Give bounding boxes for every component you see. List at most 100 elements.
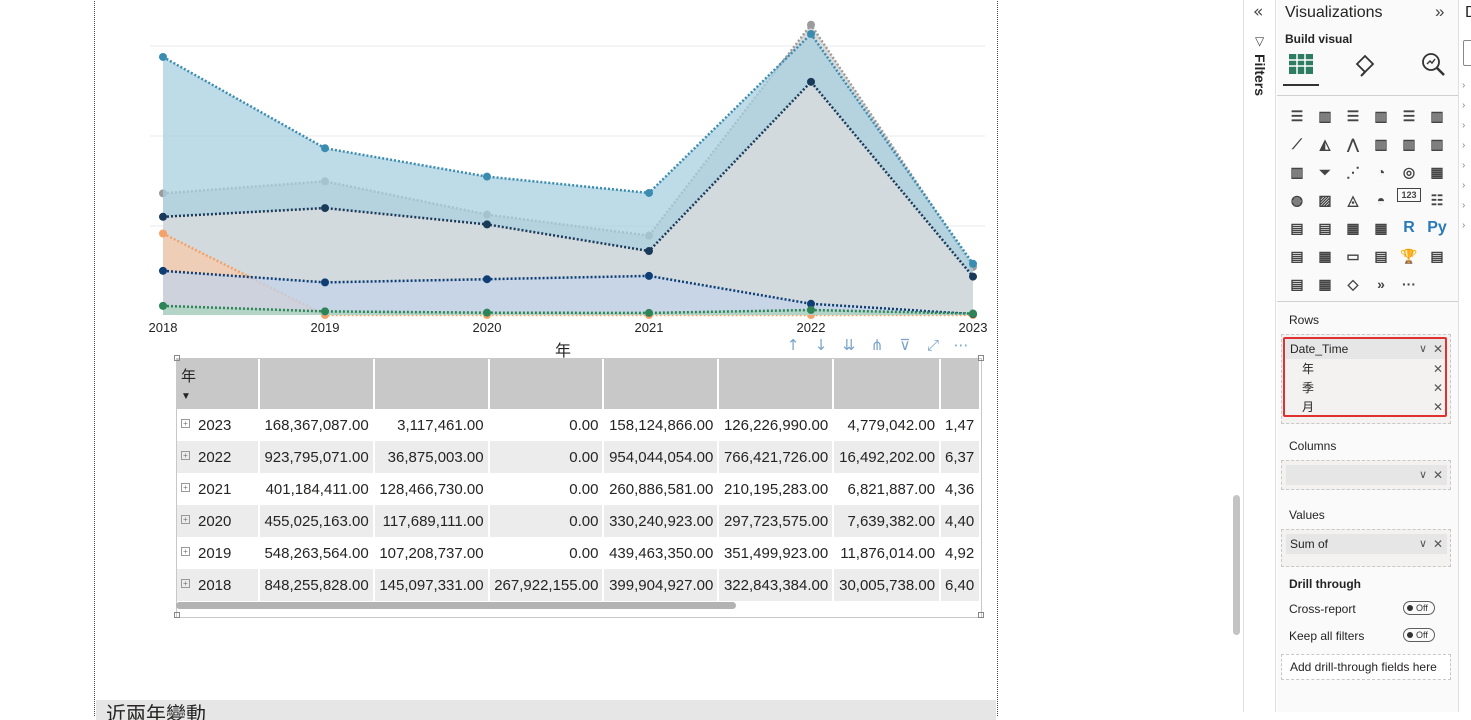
row-header[interactable]: +2023 — [177, 409, 260, 441]
remove-icon[interactable]: ✕ — [1433, 534, 1443, 554]
drill-down-icon[interactable]: ↓ — [811, 335, 831, 355]
visual-type-icon[interactable]: ▦ — [1369, 216, 1393, 240]
visual-type-icon[interactable]: ▭ — [1341, 244, 1365, 268]
chevron-icon[interactable]: › — [1462, 140, 1465, 151]
visual-type-icon[interactable]: ⋰ — [1341, 160, 1365, 184]
data-point[interactable] — [807, 29, 815, 38]
visual-type-icon[interactable]: ☰ — [1285, 104, 1309, 128]
resize-handle[interactable] — [978, 355, 984, 361]
horizontal-scrollbar[interactable] — [176, 602, 736, 609]
column-header[interactable] — [488, 359, 605, 409]
data-point[interactable] — [969, 272, 977, 281]
chevron-down-icon[interactable]: ∨ — [1419, 534, 1427, 554]
visual-type-icon[interactable]: ☰ — [1341, 104, 1365, 128]
data-point[interactable] — [483, 172, 491, 181]
data-point[interactable] — [645, 188, 653, 197]
visual-type-icon[interactable]: ▦ — [1425, 160, 1449, 184]
visual-type-icon[interactable]: 🏆 — [1397, 244, 1421, 268]
values-well[interactable]: Sum of ∨ ✕ — [1281, 529, 1451, 567]
tab-format-visual[interactable] — [1347, 50, 1383, 86]
visual-type-icon[interactable]: ◔ — [1369, 160, 1393, 184]
collapse-left-icon[interactable]: « — [1253, 2, 1263, 22]
data-point[interactable] — [159, 52, 167, 61]
row-header[interactable]: +2019 — [177, 537, 260, 569]
visual-type-icon[interactable]: ▨ — [1313, 188, 1337, 212]
row-header[interactable]: +2018 — [177, 569, 260, 601]
data-point[interactable] — [159, 301, 167, 310]
row-header[interactable]: +2020 — [177, 505, 260, 537]
columns-empty-pill[interactable]: ∨ ✕ — [1286, 465, 1447, 485]
visual-type-icon[interactable]: 123 — [1397, 188, 1421, 202]
data-point[interactable] — [645, 308, 653, 317]
table-row[interactable]: +2018 848,255,828.00 145,097,331.00 267,922… — [177, 569, 981, 601]
cross-report-toggle[interactable]: Off — [1403, 601, 1435, 615]
visual-type-icon[interactable]: ▥ — [1313, 104, 1337, 128]
column-header[interactable] — [258, 359, 375, 409]
visual-type-icon[interactable]: ☰ — [1397, 104, 1421, 128]
visual-type-icon[interactable]: ◍ — [1285, 188, 1309, 212]
area-chart[interactable]: 2018 2019 2020 2021 2022 2023 — [0, 0, 1000, 345]
row-header[interactable]: +2022 — [177, 441, 260, 473]
visual-type-icon[interactable]: ▤ — [1285, 244, 1309, 268]
row-header-cell[interactable]: 年 ▼ — [177, 359, 260, 409]
table-row[interactable]: +2021 401,184,411.00 128,466,730.00 0.00 260… — [177, 473, 981, 505]
data-point[interactable] — [969, 259, 977, 268]
data-point[interactable] — [321, 278, 329, 287]
data-point[interactable] — [807, 77, 815, 86]
data-point[interactable] — [969, 309, 977, 318]
matrix-visual[interactable]: 年 ▼ +2023 168,367,087.00 3,117,461.00 0.00 1… — [176, 358, 982, 618]
chevron-icon[interactable]: › — [1462, 100, 1465, 111]
chevron-icon[interactable]: › — [1462, 80, 1465, 91]
column-header[interactable] — [718, 359, 835, 409]
search-box[interactable] — [1463, 40, 1471, 66]
visual-type-icon[interactable]: » — [1369, 272, 1393, 296]
table-row[interactable]: +2019 548,263,564.00 107,208,737.00 0.00 439… — [177, 537, 981, 569]
more-options-icon[interactable]: ⋯ — [951, 335, 971, 355]
data-point[interactable] — [159, 266, 167, 275]
visual-type-icon[interactable]: ▦ — [1341, 216, 1365, 240]
column-header[interactable] — [833, 359, 942, 409]
data-point[interactable] — [159, 229, 167, 238]
visual-type-icon[interactable]: ▤ — [1285, 216, 1309, 240]
data-point[interactable] — [807, 305, 815, 314]
column-header[interactable] — [373, 359, 490, 409]
visual-type-icon[interactable]: ▤ — [1285, 272, 1309, 296]
visual-type-icon[interactable]: ◬ — [1341, 188, 1365, 212]
data-point[interactable] — [321, 204, 329, 213]
chevron-icon[interactable]: › — [1462, 220, 1465, 231]
drill-through-drop-zone[interactable]: Add drill-through fields here — [1281, 654, 1451, 680]
visual-type-icon[interactable]: ▥ — [1397, 132, 1421, 156]
tab-build-visual[interactable] — [1283, 50, 1319, 86]
column-header[interactable] — [940, 359, 981, 409]
expand-hierarchy-icon[interactable]: ⋔ — [867, 335, 887, 355]
data-point[interactable] — [483, 308, 491, 317]
visual-type-icon[interactable]: ⋀ — [1341, 132, 1365, 156]
table-row[interactable]: +2022 923,795,071.00 36,875,003.00 0.00 954,… — [177, 441, 981, 473]
expand-icon[interactable]: + — [181, 418, 190, 428]
chevron-icon[interactable]: › — [1462, 200, 1465, 211]
visual-type-icon[interactable]: ◓ — [1369, 188, 1393, 212]
expand-right-icon[interactable]: » — [1435, 2, 1444, 22]
filter-icon[interactable]: ⊽ — [895, 335, 915, 355]
expand-icon[interactable]: + — [181, 514, 190, 524]
visual-type-icon[interactable]: ▥ — [1369, 104, 1393, 128]
tab-analytics[interactable] — [1415, 50, 1451, 86]
data-point[interactable] — [483, 275, 491, 284]
data-point[interactable] — [321, 307, 329, 316]
visual-type-icon[interactable]: ▥ — [1425, 104, 1449, 128]
visual-type-icon[interactable]: ◭ — [1313, 132, 1337, 156]
visual-type-icon[interactable]: Py — [1425, 216, 1449, 240]
go-to-next-level-icon[interactable]: ⇊ — [839, 335, 859, 355]
chevron-down-icon[interactable]: ∨ — [1419, 465, 1427, 485]
sort-desc-icon[interactable]: ▼ — [181, 391, 191, 402]
chevron-icon[interactable]: › — [1462, 160, 1465, 171]
visual-type-icon[interactable]: ⟋ — [1285, 132, 1309, 156]
filters-pane-collapsed[interactable]: « ▽ Filters — [1243, 0, 1276, 712]
visual-type-icon[interactable]: ▤ — [1425, 244, 1449, 268]
keep-filters-toggle[interactable]: Off — [1403, 628, 1435, 642]
expand-icon[interactable]: + — [181, 546, 190, 556]
table-row[interactable]: +2020 455,025,163.00 117,689,111.00 0.00 330… — [177, 505, 981, 537]
expand-icon[interactable]: + — [181, 450, 190, 460]
values-field-pill[interactable]: Sum of ∨ ✕ — [1286, 534, 1447, 554]
vertical-scrollbar[interactable] — [1233, 495, 1240, 635]
